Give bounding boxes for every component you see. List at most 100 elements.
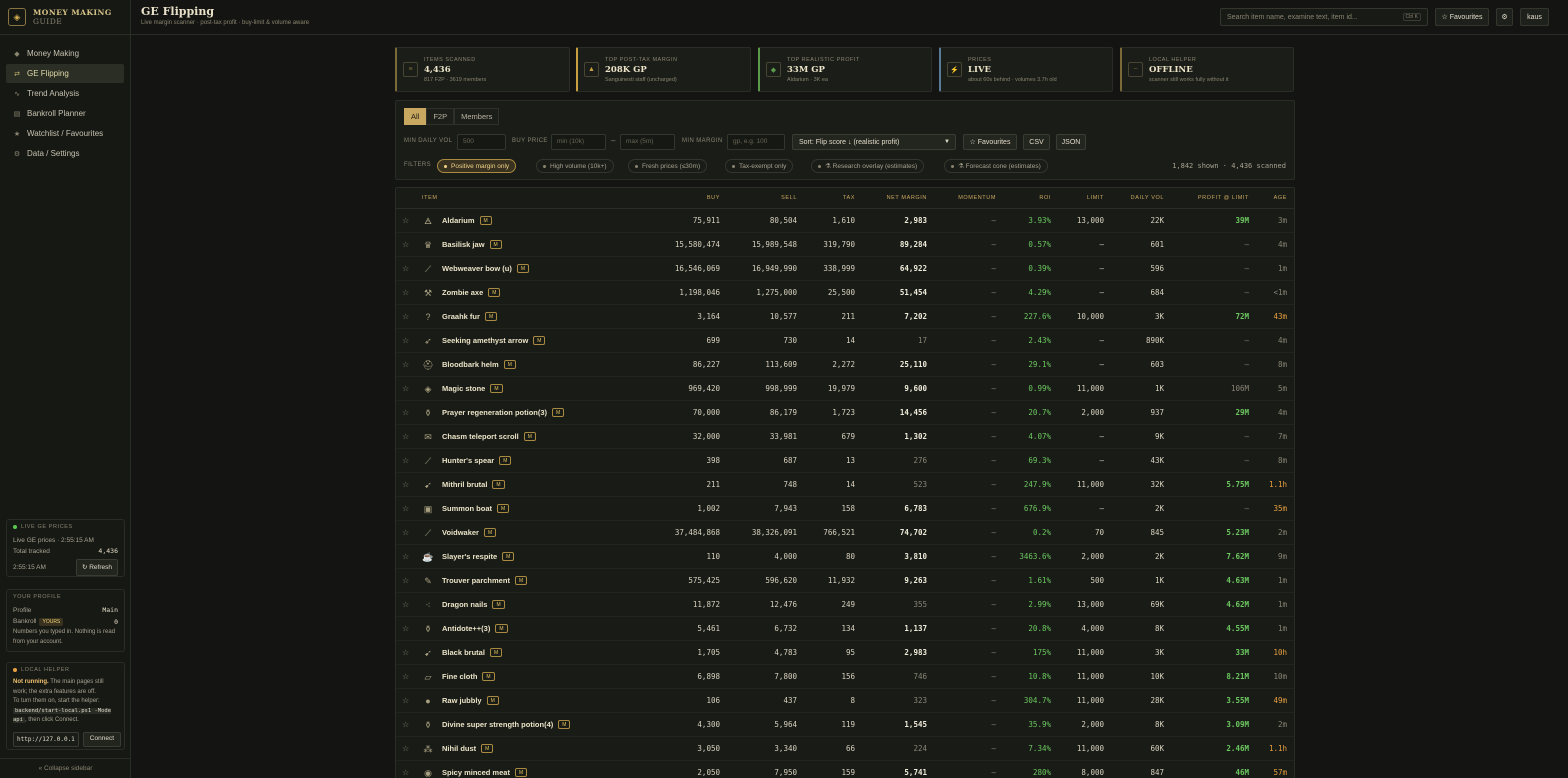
segment-all[interactable]: All <box>404 108 427 125</box>
sidebar-item-watchlist-favourites[interactable]: ★ Watchlist / Favourites <box>6 124 124 143</box>
item-name-cell[interactable]: Basilisk jaw M <box>442 233 502 257</box>
sidebar-item-trend-analysis[interactable]: ∿ Trend Analysis <box>6 84 124 103</box>
table-row[interactable]: ☆ ◉ Spicy minced meat M 2,050 7,950 159 5,741 – 2… <box>396 761 1294 778</box>
th-buy[interactable]: BUY <box>707 195 720 201</box>
filter-chip[interactable]: ⚗ Research overlay (estimates) <box>811 159 925 173</box>
item-name-cell[interactable]: Black brutal M <box>442 641 503 665</box>
table-row[interactable]: ☆ ⛑ Bloodbark helm M 86,227 113,609 2,272 25,11… <box>396 353 1294 377</box>
table-row[interactable]: ☆ ⟋ Voidwaker M 37,484,868 38,326,091 766,521 7… <box>396 521 1294 545</box>
favourite-star-icon[interactable]: ☆ <box>402 281 412 305</box>
item-name-cell[interactable]: Mithril brutal M <box>442 473 505 497</box>
header-favourites-button[interactable]: ☆ Favourites <box>1435 8 1489 26</box>
helper-url-input[interactable]: http://127.0.0.1 <box>13 731 79 747</box>
favourite-star-icon[interactable]: ☆ <box>402 401 412 425</box>
favourite-star-icon[interactable]: ☆ <box>402 497 412 521</box>
table-row[interactable]: ☆ ➶ Seeking amethyst arrow M 699 730 14 17 – 2.43… <box>396 329 1294 353</box>
filter-chip[interactable]: Positive margin only <box>437 159 517 173</box>
filter-chip[interactable]: High volume (10k+) <box>536 159 614 173</box>
table-row[interactable]: ☆ ▣ Summon boat M 1,002 7,943 158 6,783 – 676.9% –… <box>396 497 1294 521</box>
item-name-cell[interactable]: Raw jubbly M <box>442 689 499 713</box>
min-margin-input[interactable]: gp, e.g. 100 <box>727 134 785 150</box>
favourite-star-icon[interactable]: ☆ <box>402 713 412 737</box>
item-name-cell[interactable]: Divine super strength potion(4) M <box>442 713 571 737</box>
item-name-cell[interactable]: Nihil dust M <box>442 737 494 761</box>
sort-select[interactable]: Sort: Flip score ↓ (realistic profit) ▼ <box>792 134 956 150</box>
favourite-star-icon[interactable]: ☆ <box>402 233 412 257</box>
th-item[interactable]: ITEM <box>422 195 438 201</box>
item-name-cell[interactable]: Magic stone M <box>442 377 503 401</box>
min-daily-vol-input[interactable]: 500 <box>457 134 506 150</box>
favourite-star-icon[interactable]: ☆ <box>402 689 412 713</box>
item-name-cell[interactable]: Dragon nails M <box>442 593 505 617</box>
favourite-star-icon[interactable]: ☆ <box>402 377 412 401</box>
segment-members[interactable]: Members <box>454 108 500 125</box>
favourite-star-icon[interactable]: ☆ <box>402 425 412 449</box>
th-profit-at-limit[interactable]: PROFIT @ LIMIT <box>1198 195 1249 201</box>
item-name-cell[interactable]: Seeking amethyst arrow M <box>442 329 546 353</box>
buy-min-input[interactable]: min (10k) <box>551 134 606 150</box>
favourite-star-icon[interactable]: ☆ <box>402 593 412 617</box>
bankroll-value[interactable]: 0 <box>114 617 118 628</box>
item-name-cell[interactable]: Graahk fur M <box>442 305 498 329</box>
favourite-star-icon[interactable]: ☆ <box>402 257 412 281</box>
favourite-star-icon[interactable]: ☆ <box>402 329 412 353</box>
sidebar-item-money-making[interactable]: ◆ Money Making <box>6 44 124 63</box>
th-sell[interactable]: SELL <box>781 195 797 201</box>
favourite-star-icon[interactable]: ☆ <box>402 521 412 545</box>
table-row[interactable]: ☆ ♛ Basilisk jaw M 15,580,474 15,989,548 319,7… <box>396 233 1294 257</box>
item-name-cell[interactable]: Slayer's respite M <box>442 545 515 569</box>
table-row[interactable]: ☆? Graahk fur M 3,164 10,577 211 7,202 – 227.6% 1… <box>396 305 1294 329</box>
favourite-star-icon[interactable]: ☆ <box>402 761 412 778</box>
favourite-star-icon[interactable]: ☆ <box>402 449 412 473</box>
favourite-star-icon[interactable]: ☆ <box>402 569 412 593</box>
favourite-star-icon[interactable]: ☆ <box>402 473 412 497</box>
table-row[interactable]: ☆ ⚒ Zombie axe M 1,198,046 1,275,000 25,500 51,… <box>396 281 1294 305</box>
filter-favourites-button[interactable]: ☆ Favourites <box>963 134 1017 150</box>
item-name-cell[interactable]: Spicy minced meat M <box>442 761 528 778</box>
favourite-star-icon[interactable]: ☆ <box>402 641 412 665</box>
collapse-sidebar-button[interactable]: « Collapse sidebar <box>0 758 131 778</box>
table-row[interactable]: ☆ ⁖ Dragon nails M 11,872 12,476 249 355 – 2.99% 1… <box>396 593 1294 617</box>
filter-chip[interactable]: Fresh prices (≤30m) <box>628 159 708 173</box>
table-row[interactable]: ☆ ⟋ Hunter's spear M 398 687 13 276 – 69.3% – 43K – 8… <box>396 449 1294 473</box>
favourite-star-icon[interactable]: ☆ <box>402 353 412 377</box>
table-row[interactable]: ☆ ⟋ Webweaver bow (u) M 16,546,069 16,949,990… <box>396 257 1294 281</box>
table-row[interactable]: ☆ ➹ Black brutal M 1,705 4,783 95 2,983 – 175% 11,… <box>396 641 1294 665</box>
item-name-cell[interactable]: Antidote++(3) M <box>442 617 508 641</box>
favourite-star-icon[interactable]: ☆ <box>402 545 412 569</box>
item-name-cell[interactable]: Trouver parchment M <box>442 569 528 593</box>
sidebar-item-data-settings[interactable]: ⚙ Data / Settings <box>6 144 124 163</box>
connect-button[interactable]: Connect <box>82 731 122 747</box>
favourite-star-icon[interactable]: ☆ <box>402 617 412 641</box>
favourite-star-icon[interactable]: ☆ <box>402 209 412 233</box>
table-row[interactable]: ☆ ⚱ Divine super strength potion(4) M 4,300 5… <box>396 713 1294 737</box>
table-row[interactable]: ☆ ⁂ Nihil dust M 3,050 3,340 66 224 – 7.34% 11,000… <box>396 737 1294 761</box>
favourite-star-icon[interactable]: ☆ <box>402 737 412 761</box>
filter-chip[interactable]: Tax-exempt only <box>725 159 794 173</box>
item-name-cell[interactable]: Voidwaker M <box>442 521 497 545</box>
item-name-cell[interactable]: Hunter's spear M <box>442 449 512 473</box>
brand[interactable]: ◈ MONEY MAKING GUIDE <box>0 0 130 35</box>
csv-button[interactable]: CSV <box>1023 134 1050 150</box>
item-name-cell[interactable]: Webweaver bow (u) M <box>442 257 530 281</box>
table-row[interactable]: ☆ ▱ Fine cloth M 6,898 7,800 156 746 – 10.8% 11,00… <box>396 665 1294 689</box>
th-limit[interactable]: LIMIT <box>1087 195 1104 201</box>
user-button[interactable]: kaus <box>1520 8 1549 26</box>
filter-chip[interactable]: ⚗ Forecast cone (estimates) <box>944 159 1048 173</box>
profile-value[interactable]: Main <box>102 605 118 616</box>
favourite-star-icon[interactable]: ☆ <box>402 665 412 689</box>
table-row[interactable]: ☆ ➹ Mithril brutal M 211 748 14 523 – 247.9% 11,00… <box>396 473 1294 497</box>
table-row[interactable]: ☆ ⚱ Antidote++(3) M 5,461 6,732 134 1,137 – 20.8%… <box>396 617 1294 641</box>
item-name-cell[interactable]: Summon boat M <box>442 497 510 521</box>
sidebar-item-bankroll-planner[interactable]: ▤ Bankroll Planner <box>6 104 124 123</box>
favourite-star-icon[interactable]: ☆ <box>402 305 412 329</box>
th-age[interactable]: AGE <box>1274 195 1287 201</box>
table-row[interactable]: ☆ ◈ Magic stone M 969,420 998,999 19,979 9,600 –… <box>396 377 1294 401</box>
item-name-cell[interactable]: Fine cloth M <box>442 665 495 689</box>
th-tax[interactable]: TAX <box>843 195 855 201</box>
item-name-cell[interactable]: Bloodbark helm M <box>442 353 516 377</box>
segment-f2p[interactable]: F2P <box>426 108 455 125</box>
item-name-cell[interactable]: Chasm teleport scroll M <box>442 425 536 449</box>
json-button[interactable]: JSON <box>1056 134 1086 150</box>
buy-max-input[interactable]: max (5m) <box>620 134 675 150</box>
